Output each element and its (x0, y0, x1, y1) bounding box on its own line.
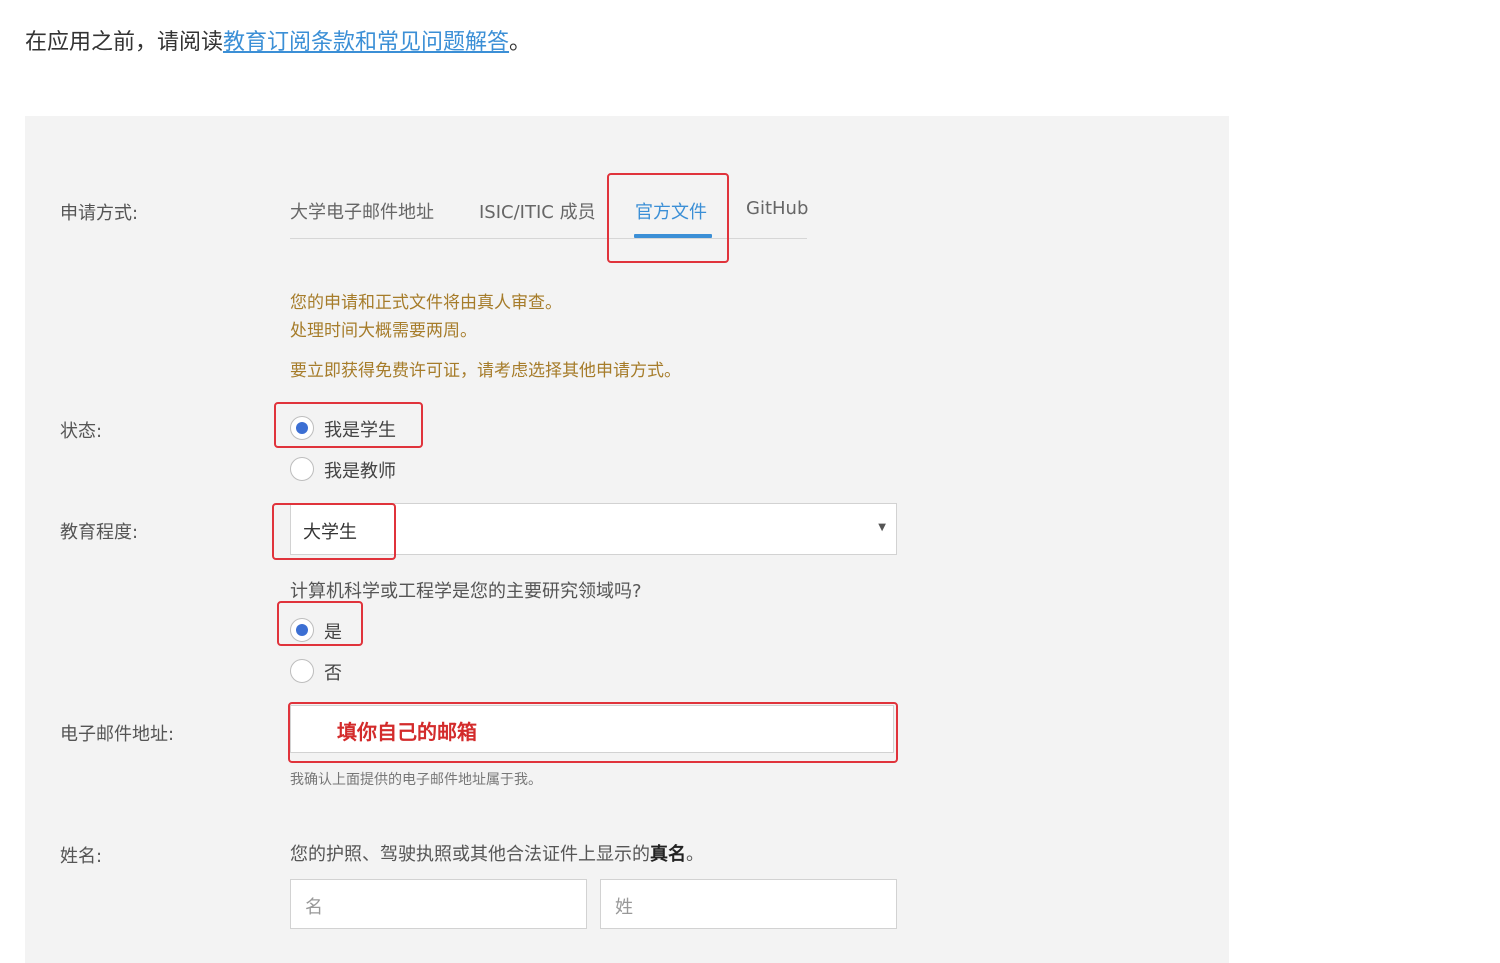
notice-line-2: 处理时间大概需要两周。 (290, 321, 477, 341)
name-desc-bold: 真名 (650, 844, 686, 865)
radio-label: 否 (324, 663, 342, 684)
highlight-email-field (288, 702, 898, 763)
method-tabs: 大学电子邮件地址 ISIC/ITIC 成员 官方文件 GitHub (290, 190, 808, 239)
name-description: 您的护照、驾驶执照或其他合法证件上显示的真名。 (290, 840, 704, 866)
first-name-placeholder: 名 (305, 897, 323, 918)
tab-isic-itic[interactable]: ISIC/ITIC 成员 (479, 198, 596, 224)
intro-text: 在应用之前，请阅读教育订阅条款和常见问题解答。 (25, 24, 531, 56)
last-name-field[interactable]: 姓 (600, 879, 897, 929)
tab-github[interactable]: GitHub (746, 198, 808, 219)
email-confirmation-hint: 我确认上面提供的电子邮件地址属于我。 (290, 772, 542, 788)
intro-prefix: 在应用之前，请阅读 (25, 30, 224, 55)
status-label: 状态: (60, 421, 103, 442)
chevron-down-icon: ▼ (878, 522, 886, 533)
highlight-student-option (274, 402, 423, 448)
intro-suffix: 。 (509, 30, 532, 55)
radio-button[interactable] (290, 457, 314, 481)
notice-line-1: 您的申请和正式文件将由真人审查。 (290, 293, 562, 313)
highlight-cs-yes (277, 601, 363, 646)
tab-university-email[interactable]: 大学电子邮件地址 (290, 198, 434, 224)
terms-faq-link[interactable]: 教育订阅条款和常见问题解答 (223, 30, 509, 55)
cs-major-question: 计算机科学或工程学是您的主要研究领域吗? (290, 581, 642, 602)
name-label: 姓名: (60, 846, 103, 867)
notice-line-3: 要立即获得免费许可证，请考虑选择其他申请方式。 (290, 361, 681, 381)
education-label: 教育程度: (60, 522, 139, 543)
highlight-official-document-tab (607, 173, 729, 263)
first-name-field[interactable]: 名 (290, 879, 587, 929)
method-label: 申请方式: (60, 203, 139, 224)
name-desc-suffix: 。 (686, 844, 704, 865)
radio-label: 我是教师 (324, 461, 396, 482)
last-name-placeholder: 姓 (615, 897, 633, 918)
highlight-education-value (272, 503, 396, 560)
name-desc-prefix: 您的护照、驾驶执照或其他合法证件上显示的 (290, 844, 650, 865)
email-label: 电子邮件地址: (60, 724, 175, 745)
radio-button[interactable] (290, 659, 314, 683)
